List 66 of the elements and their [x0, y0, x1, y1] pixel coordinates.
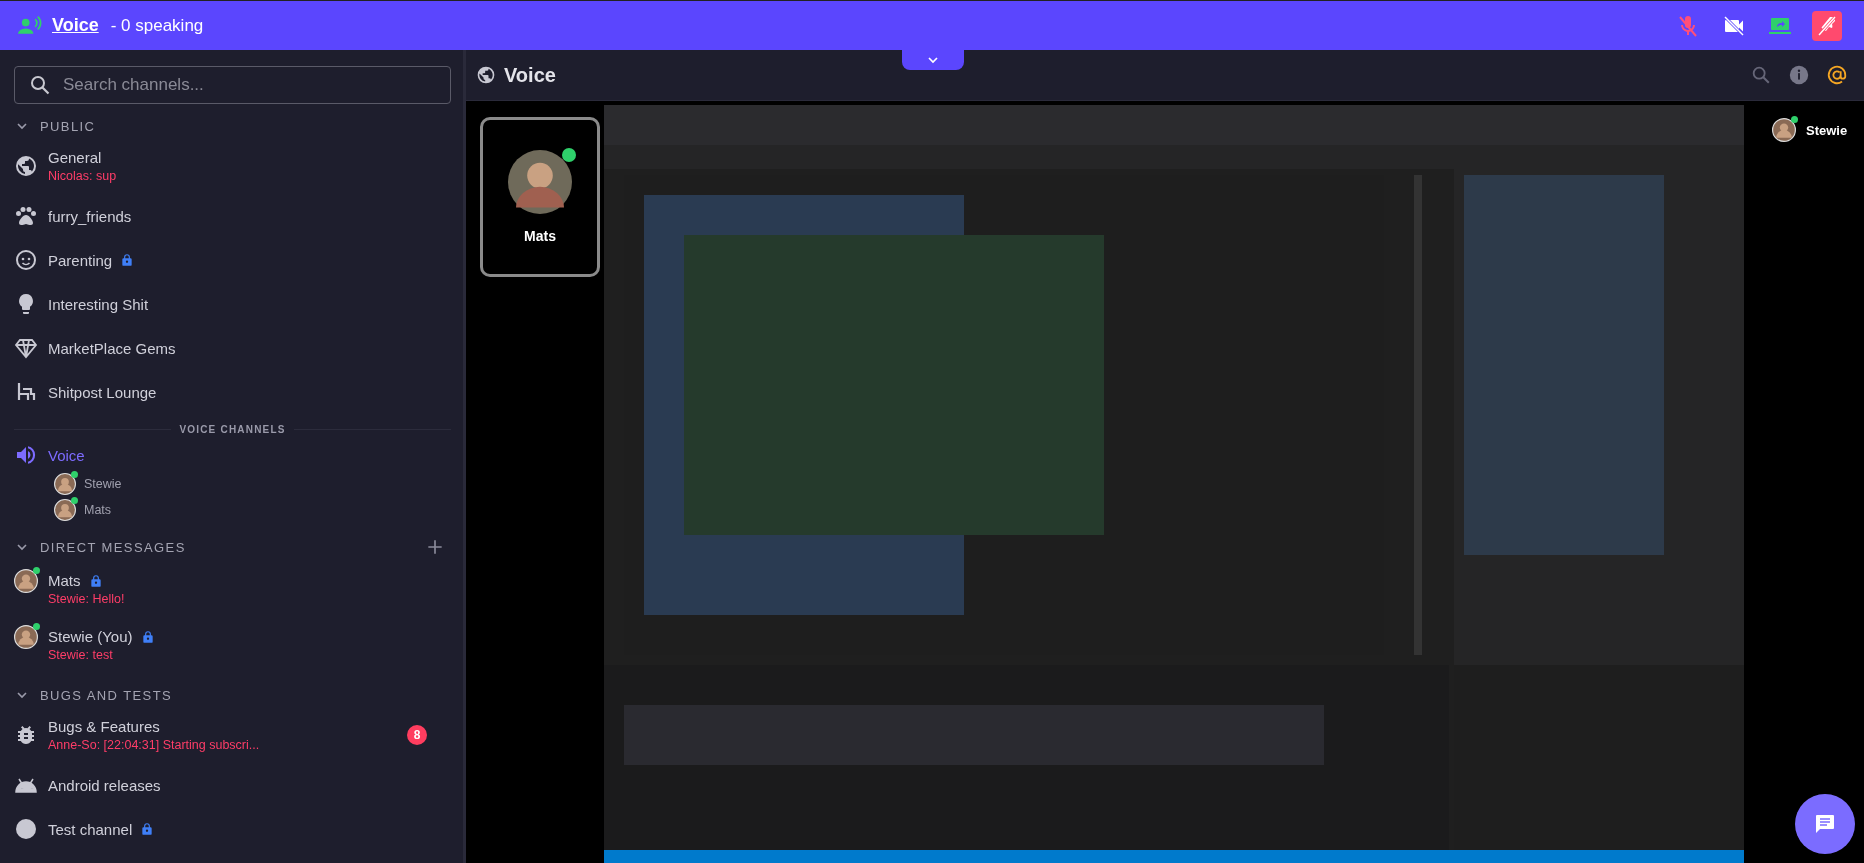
channel-name: Android releases [48, 776, 161, 794]
collapse-tab[interactable] [902, 50, 964, 70]
channel-name: Shitpost Lounge [48, 383, 157, 401]
participant-tile[interactable]: Mats [480, 117, 600, 277]
channel-item[interactable]: Test channel [14, 807, 451, 851]
last-message: Stewie: Hello! [48, 592, 126, 606]
chat-icon [1813, 812, 1837, 836]
direct-message-item[interactable]: Stewie (You) Stewie: test [14, 617, 451, 673]
channel-name: Stewie (You) [48, 628, 133, 645]
at-sign-icon [1826, 64, 1848, 86]
section-toggle[interactable]: BUGS AND TESTS [14, 687, 173, 703]
search-icon [28, 73, 52, 97]
channel-item[interactable]: MarketPlace Gems [14, 326, 451, 370]
channel-name: Interesting Shit [48, 295, 149, 313]
participant-name: Mats [524, 228, 556, 244]
search-field[interactable]: Search channels... [14, 66, 451, 104]
channel-name: MarketPlace Gems [48, 339, 176, 357]
section-title: VOICE CHANNELS [179, 424, 286, 435]
plus-icon [425, 537, 445, 557]
channel-name: Parenting [48, 251, 113, 269]
muted-microphone-icon [1676, 13, 1700, 38]
info-icon [1788, 64, 1810, 86]
channel-item[interactable]: General Nicolas: sup [14, 138, 451, 194]
channel-item[interactable]: Android releases [14, 763, 451, 807]
avatar-icon [54, 473, 76, 495]
channel-item[interactable]: Bugs & Features Anne-So: [22:04:31] Starting subscri... 8 [14, 707, 451, 763]
avatar-icon [54, 499, 76, 521]
add-button[interactable] [425, 537, 445, 557]
search-icon [1750, 64, 1772, 86]
hang-up-button[interactable] [1812, 10, 1842, 41]
participant-name: Stewie [1806, 122, 1848, 138]
globe-icon [14, 154, 38, 178]
voice-channel[interactable]: Voice [14, 439, 451, 471]
last-message: Stewie: test [48, 648, 114, 662]
channel-item[interactable]: furry_friends [14, 194, 451, 238]
baby-face-icon [14, 248, 38, 272]
channel-title: Voice [504, 63, 556, 87]
participant-item[interactable]: Stewie [1772, 115, 1848, 145]
channel-name: Mats [48, 572, 81, 589]
channel-name: General [48, 149, 102, 166]
unread-badge: 8 [407, 725, 427, 745]
direct-message-item[interactable]: Mats Stewie: Hello! [14, 561, 451, 617]
channel-name: Bugs & Features [48, 718, 160, 735]
camera-off-icon [1722, 13, 1746, 38]
last-message: Anne-So: [22:04:31] Starting subscri... [48, 738, 261, 752]
channel-item[interactable]: Shitpost Lounge [14, 370, 451, 414]
avatar-icon [1772, 118, 1796, 142]
member-name: Stewie [84, 477, 122, 491]
avatar-icon [14, 569, 38, 593]
speaking-status: - 0 speaking [110, 15, 204, 36]
paw-icon [14, 204, 38, 228]
avatar-icon [508, 150, 572, 214]
channel-name: Test channel [48, 820, 133, 838]
speaker-icon [14, 443, 38, 467]
member-name: Mats [84, 503, 112, 517]
last-message: Nicolas: sup [48, 169, 118, 183]
channel-name: furry_friends [48, 207, 132, 225]
section-toggle[interactable]: PUBLIC [14, 118, 96, 134]
channel-link[interactable]: Voice [52, 15, 99, 36]
avatar-icon [14, 625, 38, 649]
chat-button[interactable] [1795, 794, 1855, 854]
diamond-icon [14, 336, 38, 360]
channel-item[interactable]: Interesting Shit [14, 282, 451, 326]
globe-icon [476, 65, 496, 85]
channel-item[interactable]: Parenting [14, 238, 451, 282]
section-toggle[interactable]: DIRECT MESSAGES [14, 539, 186, 555]
